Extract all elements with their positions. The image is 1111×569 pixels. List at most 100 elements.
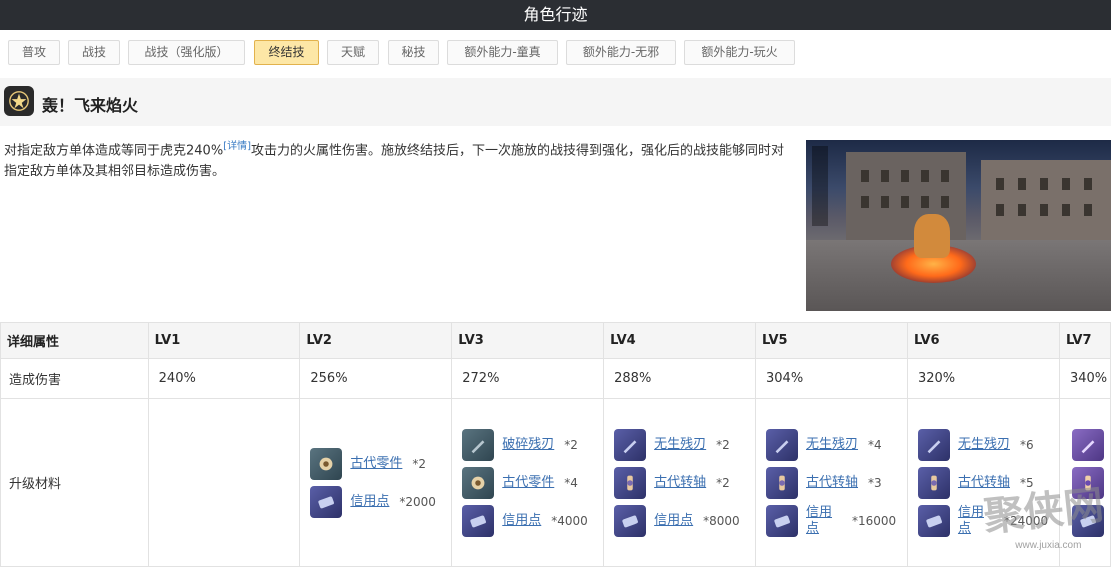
tab-ultimate[interactable]: 终结技 — [254, 40, 319, 65]
material-link[interactable]: 古代转轴 — [806, 475, 858, 491]
credit-icon — [614, 504, 647, 537]
tab-trace-playing-with-fire[interactable]: 额外能力-玩火 — [684, 40, 795, 65]
level-header: LV4 — [603, 322, 756, 359]
material-item: 古代零件 *2 — [310, 447, 451, 480]
material-link[interactable]: 古代零件 — [502, 475, 554, 491]
material-link[interactable]: 古代转轴 — [654, 475, 706, 491]
material-qty: *8000 — [703, 513, 740, 528]
site-watermark: 聚侠网 www.juxia.com — [981, 472, 1111, 569]
materials-cell-lv4: 无生残刃 *2 古代转轴 *2 信用点 *8000 — [603, 398, 756, 567]
lifeless-blade-icon — [917, 428, 950, 461]
gear-fragment-icon — [462, 466, 495, 499]
tab-trace-naivete[interactable]: 额外能力-无邪 — [566, 40, 676, 65]
material-item — [1071, 428, 1110, 461]
material-qty: *4000 — [551, 513, 588, 528]
watermark-site: www.juxia.com — [1015, 540, 1082, 552]
material-link[interactable]: 破碎残刃 — [502, 437, 554, 453]
blade-icon — [1071, 428, 1104, 461]
materials-row: 升级材料 古代零件 *2 信用点 *2000 破碎残刃 *2 古代零件 *4 信… — [0, 398, 1111, 567]
material-item: 古代转轴 *3 — [766, 466, 907, 499]
credit-icon — [917, 504, 950, 537]
material-item: 古代转轴 *2 — [614, 466, 755, 499]
materials-cell-lv2: 古代零件 *2 信用点 *2000 — [299, 398, 453, 567]
materials-label: 升级材料 — [0, 398, 149, 567]
skill-preview-image — [806, 140, 1111, 311]
damage-row: 造成伤害 240% 256% 272% 288% 304% 320% 340% — [0, 358, 1111, 399]
watermark-text: 聚侠网 — [981, 481, 1106, 541]
material-link[interactable]: 古代零件 — [350, 456, 402, 472]
material-qty: *3 — [868, 475, 882, 490]
credit-icon — [462, 504, 495, 537]
material-item: 无生残刃 *4 — [766, 428, 907, 461]
material-item: 信用点 *2000 — [310, 485, 451, 518]
material-item: 古代零件 *4 — [462, 466, 603, 499]
material-link[interactable]: 无生残刃 — [806, 437, 858, 453]
level-header: LV1 — [147, 322, 301, 359]
material-qty: *2 — [412, 456, 427, 471]
broken-blade-icon — [462, 428, 495, 461]
material-link[interactable]: 信用点 — [806, 505, 834, 537]
lifeless-blade-icon — [766, 428, 798, 461]
spindle-icon — [614, 466, 647, 499]
skill-attribute-table: 详细属性 LV1 LV2 LV3 LV4 LV5 LV6 LV7 造成伤害 24… — [0, 322, 1111, 567]
material-link[interactable]: 无生残刃 — [958, 437, 1010, 453]
materials-cell-lv3: 破碎残刃 *2 古代零件 *4 信用点 *4000 — [451, 398, 605, 567]
tab-basic-attack[interactable]: 普攻 — [8, 40, 60, 65]
tab-technique[interactable]: 秘技 — [388, 40, 439, 65]
spindle-icon — [917, 466, 950, 499]
material-item: 无生残刃 *2 — [614, 428, 755, 461]
header-detail-label: 详细属性 — [0, 322, 149, 359]
material-item: 破碎残刃 *2 — [462, 428, 603, 461]
material-item: 无生残刃 *6 — [917, 428, 1059, 461]
material-qty: *16000 — [852, 513, 897, 528]
damage-label: 造成伤害 — [0, 358, 149, 399]
level-header: LV3 — [451, 322, 605, 359]
window-title: 角色行迹 — [0, 0, 1111, 30]
description-part-1: 对指定敌方单体造成等同于虎克240% — [4, 143, 224, 159]
damage-value: 256% — [299, 358, 453, 399]
credit-icon — [310, 485, 343, 518]
materials-cell-lv5: 无生残刃 *4 古代转轴 *3 信用点 *16000 — [755, 398, 908, 567]
material-qty: *4 — [868, 437, 882, 452]
material-link[interactable]: 信用点 — [958, 505, 986, 537]
credit-icon — [766, 504, 798, 537]
skill-description: 对指定敌方单体造成等同于虎克240%[详情]攻击力的火属性伤害。施放终结技后，下… — [4, 136, 794, 182]
damage-value: 288% — [603, 358, 756, 399]
gear-fragment-icon — [310, 447, 343, 480]
material-qty: *2 — [564, 437, 578, 452]
material-link[interactable]: 信用点 — [654, 513, 693, 529]
level-header: LV6 — [906, 322, 1060, 359]
material-qty: *6 — [1019, 437, 1034, 452]
material-qty: *4 — [564, 475, 578, 490]
material-item: 信用点 *16000 — [766, 504, 907, 537]
tab-talent[interactable]: 天赋 — [327, 40, 379, 65]
material-item: 信用点 *4000 — [462, 504, 603, 537]
skill-header: 轰！飞来焰火 — [0, 78, 1111, 126]
damage-value: 320% — [906, 358, 1060, 399]
spindle-icon — [766, 466, 798, 499]
level-header-row: 详细属性 LV1 LV2 LV3 LV4 LV5 LV6 LV7 — [0, 322, 1111, 359]
material-link[interactable]: 无生残刃 — [654, 437, 706, 453]
material-link[interactable]: 信用点 — [350, 494, 389, 510]
damage-value: 340% — [1058, 358, 1111, 399]
detail-link[interactable]: [详情] — [223, 141, 251, 152]
level-header: LV5 — [755, 322, 908, 359]
material-qty: *2 — [716, 475, 730, 490]
skill-tab-bar: 普攻 战技 战技（强化版） 终结技 天赋 秘技 额外能力-童真 额外能力-无邪 … — [0, 30, 1111, 76]
material-link[interactable]: 信用点 — [502, 513, 541, 529]
tab-skill-enhanced[interactable]: 战技（强化版） — [128, 40, 245, 65]
damage-value: 240% — [147, 358, 301, 399]
damage-value: 272% — [451, 358, 605, 399]
level-header: LV2 — [299, 322, 453, 359]
damage-value: 304% — [755, 358, 908, 399]
lifeless-blade-icon — [614, 428, 647, 461]
material-qty: *2 — [716, 437, 730, 452]
level-header: LV7 — [1058, 322, 1111, 359]
tab-trace-innocence[interactable]: 额外能力-童真 — [447, 40, 558, 65]
star-burst-icon — [4, 86, 34, 116]
tab-skill[interactable]: 战技 — [68, 40, 120, 65]
skill-name: 轰！飞来焰火 — [42, 96, 139, 115]
material-qty: *2000 — [399, 494, 436, 509]
materials-cell-lv1 — [147, 398, 301, 567]
material-item: 信用点 *8000 — [614, 504, 755, 537]
